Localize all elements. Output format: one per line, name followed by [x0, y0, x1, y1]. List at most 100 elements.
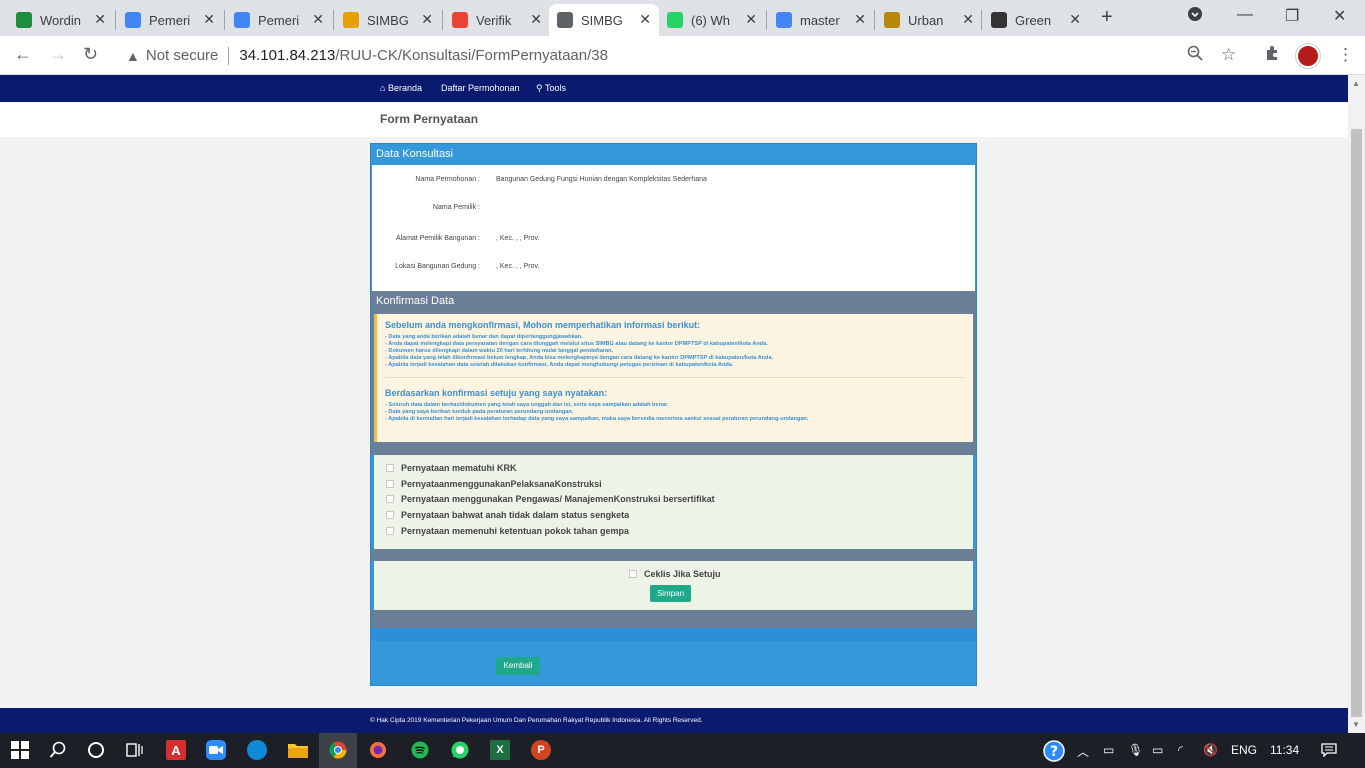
browser-tab[interactable]: Pemeri ✕ — [117, 4, 223, 36]
bookmark-star-icon[interactable]: ☆ — [1221, 45, 1236, 65]
tab-favicon-icon — [991, 12, 1007, 28]
acrobat-app-icon[interactable]: A — [166, 740, 186, 760]
agree-label: Ceklis Jika Setuju — [644, 569, 721, 579]
scroll-down-icon[interactable]: ▼ — [1352, 720, 1360, 729]
language-indicator[interactable]: ENG — [1231, 743, 1257, 757]
statement-checkbox[interactable] — [386, 495, 394, 504]
tab-label: Pemeri — [149, 12, 191, 28]
statement-checkbox[interactable] — [386, 527, 394, 536]
restore-icon[interactable]: ❐ — [1285, 6, 1299, 26]
forward-icon[interactable]: → — [49, 44, 67, 65]
tab-label: Pemeri — [258, 12, 300, 28]
close-window-icon[interactable]: ✕ — [1333, 6, 1346, 26]
chrome-app-icon[interactable] — [328, 740, 348, 760]
zoom-app-icon[interactable] — [206, 740, 226, 760]
tab-separator — [766, 10, 767, 30]
file-explorer-icon[interactable] — [288, 740, 308, 760]
tab-close-icon[interactable]: ✕ — [312, 11, 324, 28]
spotify-app-icon[interactable] — [410, 740, 430, 760]
statement-checkbox[interactable] — [386, 511, 394, 520]
nav-beranda[interactable]: ⌂ Beranda — [380, 83, 422, 93]
footer-text: © Hak Cipta 2019 Kementerian Pekerjaan U… — [370, 717, 703, 724]
meet-now-icon[interactable]: ▭ — [1103, 743, 1114, 757]
battery-icon[interactable]: ▭ — [1152, 743, 1163, 757]
zoom-icon[interactable] — [1187, 45, 1203, 66]
agree-item: - Seluruh data dalam berkas/dokumen yang… — [385, 402, 669, 408]
browser-tab[interactable]: SIMBG ✕ — [335, 4, 441, 36]
tab-close-icon[interactable]: ✕ — [1069, 11, 1081, 28]
tab-close-icon[interactable]: ✕ — [203, 11, 215, 28]
browser-tab[interactable]: Wordin ✕ — [8, 4, 114, 36]
tab-separator — [981, 10, 982, 30]
statement-checkbox[interactable] — [386, 479, 394, 488]
help-icon[interactable]: ? — [1043, 740, 1065, 765]
tab-close-icon[interactable]: ✕ — [421, 11, 433, 28]
cortana-icon[interactable] — [86, 740, 106, 760]
info-item: - Apabila data yang telah dikonfirmasi b… — [385, 355, 774, 361]
scroll-thumb[interactable] — [1351, 129, 1362, 717]
minimize-icon[interactable]: — — [1237, 6, 1253, 24]
whatsapp-app-icon[interactable] — [450, 740, 470, 760]
tab-separator — [874, 10, 875, 30]
statement-row[interactable]: Pernyataan bahwat anah tidak dalam statu… — [386, 507, 961, 523]
browser-tab[interactable]: master ✕ — [768, 4, 874, 36]
save-button[interactable]: Simpan — [650, 585, 691, 602]
agree-item: - Apabila di kemudian hari terjadi kesal… — [385, 416, 809, 422]
blue-band — [371, 628, 976, 641]
notifications-icon[interactable] — [1321, 743, 1337, 760]
tab-close-icon[interactable]: ✕ — [94, 11, 106, 28]
tab-label: (6) Wh — [691, 12, 730, 28]
browser-tab[interactable]: Verifik ✕ — [444, 4, 550, 36]
reload-icon[interactable]: ↻ — [83, 44, 98, 65]
nav-tools-label: Tools — [544, 83, 566, 93]
page-scrollbar[interactable]: ▲ ▼ — [1348, 75, 1365, 733]
powerpoint-app-icon[interactable]: P — [531, 740, 551, 760]
menu-kebab-icon[interactable]: ⋮ — [1337, 45, 1354, 65]
statement-row[interactable]: Pernyataan mematuhi KRK — [386, 460, 961, 476]
tray-chevron-up-icon[interactable]: ︿ — [1077, 743, 1089, 760]
agree-checkbox-row[interactable]: Ceklis Jika Setuju — [629, 569, 721, 579]
info-box: Sebelum anda mengkonfirmasi, Mohon mempe… — [374, 314, 973, 442]
extensions-icon[interactable] — [1264, 45, 1280, 66]
web-page: ⌂ Beranda Daftar Permohonan ⚲ Tools Form… — [0, 75, 1348, 733]
url-path: /RUU-CK/Konsultasi/FormPernyataan/38 — [335, 47, 608, 64]
browser-tab[interactable]: SIMBG ✕ — [549, 4, 659, 36]
tab-favicon-icon — [452, 12, 468, 28]
nav-daftar-permohonan[interactable]: Daftar Permohonan — [441, 83, 520, 93]
browser-tab[interactable]: Green ✕ — [983, 4, 1089, 36]
firefox-app-icon[interactable] — [368, 740, 388, 760]
tab-close-icon[interactable]: ✕ — [745, 11, 757, 28]
tab-close-icon[interactable]: ✕ — [639, 11, 651, 28]
clock[interactable]: 11:34 — [1270, 743, 1299, 757]
gray-band — [371, 442, 976, 455]
scroll-up-icon[interactable]: ▲ — [1352, 79, 1360, 88]
profile-avatar[interactable] — [1296, 44, 1320, 68]
tab-search-icon[interactable] — [1187, 6, 1203, 27]
search-icon[interactable] — [48, 740, 68, 760]
browser-tab[interactable]: Pemeri ✕ — [226, 4, 332, 36]
windows-start-icon[interactable] — [10, 740, 30, 760]
nav-tools[interactable]: ⚲ Tools — [536, 83, 566, 94]
back-icon[interactable]: ← — [14, 44, 32, 65]
browser-tab[interactable]: Urban ✕ — [876, 4, 982, 36]
statement-label: Pernyataan mematuhi KRK — [401, 462, 517, 473]
volume-muted-icon[interactable]: 🔇 — [1203, 743, 1218, 757]
back-button[interactable]: Kembali — [496, 657, 540, 675]
tab-close-icon[interactable]: ✕ — [530, 11, 542, 28]
statement-row[interactable]: Pernyataan memenuhi ketentuan pokok taha… — [386, 523, 961, 539]
microphone-icon[interactable]: 🎙 — [1128, 743, 1143, 757]
tab-close-icon[interactable]: ✕ — [962, 11, 974, 28]
agree-checkbox[interactable] — [629, 570, 637, 578]
url-field[interactable]: ▲ Not secure 34.101.84.213 /RUU-CK/Konsu… — [118, 41, 1258, 70]
tab-close-icon[interactable]: ✕ — [854, 11, 866, 28]
task-view-icon[interactable] — [124, 740, 144, 760]
wifi-icon[interactable]: ◜ — [1178, 743, 1183, 757]
statement-row[interactable]: Pernyataan menggunakan Pengawas/ Manajem… — [386, 492, 961, 508]
new-tab-button[interactable]: + — [1101, 6, 1113, 29]
statement-row[interactable]: PernyataanmenggunakanPelaksanaKonstruksi — [386, 476, 961, 492]
statement-checkbox[interactable] — [386, 463, 394, 472]
excel-app-icon[interactable]: X — [490, 740, 510, 760]
edge-app-icon[interactable] — [247, 740, 267, 760]
info-item: - Dokumen harus dilengkapi dalam waktu 2… — [385, 348, 614, 354]
browser-tab[interactable]: (6) Wh ✕ — [659, 4, 765, 36]
